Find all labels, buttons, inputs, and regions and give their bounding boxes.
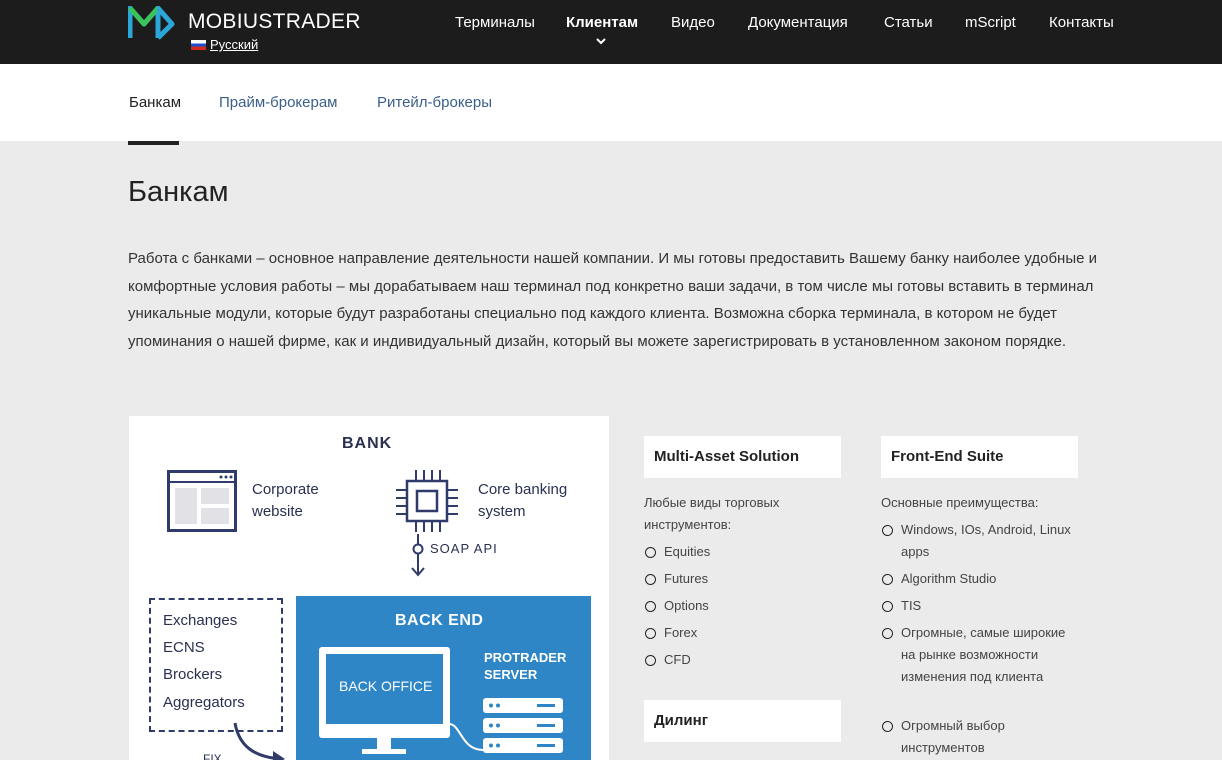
bullet-circle-icon: [882, 628, 893, 639]
subnav-prime-brokers[interactable]: Прайм-брокерам: [219, 94, 338, 111]
nav-clients[interactable]: Клиентам: [566, 14, 638, 31]
protrader-server-line2: SERVER: [484, 667, 538, 682]
list-item: CFD: [644, 649, 691, 671]
processor-chip-icon: [396, 470, 458, 532]
intro-paragraph: Работа с банками – основное направление …: [128, 250, 1097, 350]
fix-label: FIX: [203, 752, 222, 760]
multi-asset-intro: Любые виды торговых инструментов:: [644, 495, 780, 532]
subnav-retail-brokers[interactable]: Ритейл-брокеры: [377, 94, 492, 111]
active-tab-indicator: [128, 141, 179, 145]
corporate-website-line1: Corporate: [252, 481, 319, 498]
chevron-down-icon[interactable]: [596, 38, 606, 46]
server-rack-icon: [448, 698, 563, 753]
list-item: Forex: [644, 622, 697, 644]
top-navbar: MOBIUSTRADER Русский Терминалы Клиентам …: [0, 0, 1222, 64]
language-label: Русский: [210, 37, 259, 52]
russian-flag-icon: [191, 39, 206, 50]
list-item: Огромный выбор инструментов: [881, 715, 1071, 759]
bullet-circle-icon: [645, 655, 656, 666]
external-brockers: Brockers: [163, 666, 223, 683]
soap-connector-arrow-icon: [411, 534, 425, 577]
bullet-circle-icon: [645, 601, 656, 612]
frontend-heading: Front-End Suite: [881, 436, 1078, 478]
list-item: TIS: [881, 595, 1071, 617]
nav-video[interactable]: Видео: [671, 14, 715, 31]
dealing-heading: Дилинг: [644, 700, 841, 742]
monitor-icon: [319, 647, 450, 754]
nav-articles[interactable]: Статьи: [884, 14, 933, 31]
soap-api-label: SOAP API: [430, 541, 498, 556]
bullet-circle-icon: [645, 547, 656, 558]
curved-arrow-icon: [233, 722, 285, 760]
nav-documentation[interactable]: Документация: [748, 14, 848, 31]
nav-mscript[interactable]: mScript: [965, 14, 1016, 31]
nav-contacts[interactable]: Контакты: [1049, 14, 1114, 31]
list-item: Equities: [644, 541, 710, 563]
bullet-circle-icon: [882, 601, 893, 612]
page-title: Банкам: [128, 176, 229, 208]
brand-name[interactable]: MOBIUSTRADER: [188, 10, 361, 34]
list-item: Огромные, самые широкие на рынке возможн…: [881, 622, 1071, 688]
bullet-circle-icon: [645, 628, 656, 639]
list-item: Futures: [644, 568, 708, 590]
multi-asset-heading: Multi-Asset Solution: [644, 436, 841, 478]
list-item: Windows, IOs, Android, Linux apps: [881, 519, 1071, 563]
corporate-website-line2: website: [252, 503, 303, 520]
nav-terminals[interactable]: Терминалы: [455, 14, 535, 31]
external-ecns: ECNS: [163, 639, 205, 656]
core-banking-line1: Core banking: [478, 481, 568, 498]
list-item: Algorithm Studio: [881, 568, 1071, 590]
protrader-server-line1: PROTRADER: [484, 650, 567, 665]
bank-label: BANK: [342, 435, 393, 452]
bullet-circle-icon: [882, 574, 893, 585]
architecture-diagram: BANK Corporate website Core banking syst…: [129, 416, 609, 760]
language-selector[interactable]: Русский: [191, 37, 258, 52]
external-aggregators: Aggregators: [163, 694, 245, 711]
back-end-label: BACK END: [395, 612, 484, 629]
bullet-circle-icon: [645, 574, 656, 585]
sub-navbar: Банкам Прайм-брокерам Ритейл-брокеры: [0, 64, 1222, 141]
bullet-circle-icon: [882, 525, 893, 536]
subnav-banks[interactable]: Банкам: [129, 94, 181, 111]
back-office-label: BACK OFFICE: [339, 678, 433, 694]
bullet-circle-icon: [882, 721, 893, 732]
mobiustrader-logo-icon[interactable]: [128, 6, 176, 40]
list-item: Options: [644, 595, 709, 617]
frontend-intro: Основные преимущества:: [881, 495, 1039, 510]
browser-window-icon: [167, 470, 237, 532]
core-banking-line2: system: [478, 503, 526, 520]
external-exchanges: Exchanges: [163, 612, 238, 629]
